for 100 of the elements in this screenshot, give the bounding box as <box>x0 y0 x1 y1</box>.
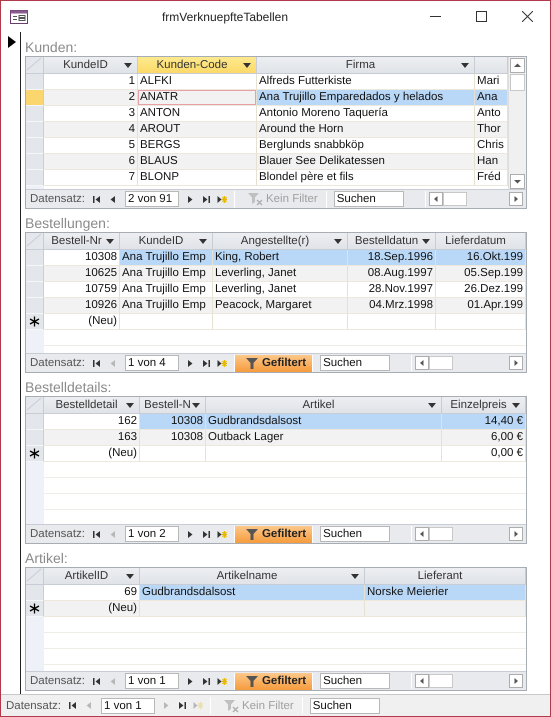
table-cell: 6,00 € <box>442 430 526 446</box>
table-cell: 1 <box>44 74 138 90</box>
record-number-field[interactable]: 1 von 4 <box>124 355 179 371</box>
column-header[interactable]: Angestellte(r) <box>213 233 348 249</box>
record-number-field[interactable]: 2 von 91 <box>124 191 179 207</box>
dropdown-caret-icon[interactable] <box>422 239 430 244</box>
row-selector[interactable] <box>26 446 44 462</box>
record-number-field[interactable]: 1 von 2 <box>124 526 179 542</box>
scroll-left-icon[interactable] <box>415 674 430 688</box>
column-header[interactable]: Kunden-Code <box>138 57 257 73</box>
search-field[interactable]: Suchen <box>310 698 380 714</box>
table-cell: 18.Sep.1996 <box>348 250 436 266</box>
column-header[interactable]: Bestelldetail <box>44 397 140 413</box>
column-header[interactable]: Bestelldatun <box>348 233 436 249</box>
dropdown-caret-icon[interactable] <box>243 63 251 68</box>
arrow-bar-icon <box>92 194 102 204</box>
search-field[interactable]: Suchen <box>320 355 390 371</box>
scroll-right-icon[interactable] <box>509 674 523 688</box>
table-cell: King, Robert <box>213 250 348 266</box>
table-cell: 05.Sep.199 <box>436 266 526 282</box>
search-field[interactable]: Suchen <box>320 526 390 542</box>
column-header[interactable]: Einzelpreis <box>442 397 526 413</box>
record-pointer-icon <box>8 36 16 48</box>
horizontal-scrollbar[interactable] <box>424 191 526 207</box>
scrollbar-thumb[interactable] <box>510 74 525 91</box>
dropdown-caret-icon[interactable] <box>192 403 200 408</box>
dropdown-caret-icon[interactable] <box>124 63 132 68</box>
dropdown-caret-icon[interactable] <box>334 239 342 244</box>
filter-toggle-button[interactable]: Gefiltert <box>234 672 314 690</box>
funnel-icon <box>244 356 259 370</box>
asterisk-icon <box>29 448 40 459</box>
horizontal-scrollbar[interactable] <box>411 673 526 689</box>
row-selector[interactable] <box>26 601 44 617</box>
scroll-right-icon[interactable] <box>509 356 523 370</box>
column-header[interactable]: Bestell-N <box>140 397 206 413</box>
column-header[interactable]: ArtikelID <box>44 568 140 584</box>
table-cell: Norske Meierier <box>365 585 526 601</box>
record-number-field[interactable]: 1 von 1 <box>124 673 179 689</box>
table-cell: Gudbrandsdalsost <box>206 414 442 430</box>
search-field[interactable]: Suchen <box>334 191 404 207</box>
arrow-star-icon <box>217 676 228 686</box>
table-cell: Antonio Moreno Taquería <box>257 106 475 122</box>
scroll-right-icon[interactable] <box>509 192 523 206</box>
scroll-up-icon[interactable] <box>510 58 525 73</box>
column-header[interactable]: Bestell-Nr <box>44 233 120 249</box>
arrow-bar-icon <box>201 194 212 204</box>
column-header[interactable]: Lieferdatum <box>436 233 526 249</box>
dropdown-caret-icon[interactable] <box>461 63 469 68</box>
scrollbar-thumb[interactable] <box>429 356 454 370</box>
dropdown-caret-icon[interactable] <box>512 403 520 408</box>
table-cell: Ana <box>475 90 508 106</box>
close-icon <box>522 11 532 22</box>
table-cell: 10759 <box>44 282 120 298</box>
table-cell: BLONP <box>138 170 257 186</box>
dropdown-caret-icon[interactable] <box>351 574 359 579</box>
scroll-right-icon[interactable] <box>509 527 523 541</box>
table-cell: Thor <box>475 122 508 138</box>
subform-label: Artikel: <box>25 550 69 567</box>
arrow-bar-icon <box>92 530 102 538</box>
horizontal-scrollbar[interactable] <box>411 526 526 542</box>
table-cell: 10625 <box>44 266 120 282</box>
record-number-field[interactable]: 1 von 1 <box>100 698 155 714</box>
dropdown-caret-icon[interactable] <box>199 239 207 244</box>
table-cell: Ana Trujillo Emparedados y helados <box>257 90 475 106</box>
scroll-left-icon[interactable] <box>415 527 430 541</box>
vertical-scrollbar[interactable] <box>508 57 526 189</box>
dropdown-caret-icon[interactable] <box>106 239 114 244</box>
scrollbar-thumb[interactable] <box>429 527 454 541</box>
scroll-down-icon[interactable] <box>510 174 525 189</box>
arrow-star-icon <box>217 194 228 204</box>
dropdown-caret-icon[interactable] <box>428 403 436 408</box>
arrow-bar-icon <box>177 701 188 710</box>
table-cell: BLAUS <box>138 154 257 170</box>
row-selector[interactable] <box>26 314 44 330</box>
filter-toggle-button[interactable]: Gefiltert <box>234 526 314 542</box>
asterisk-icon <box>29 316 40 327</box>
column-header[interactable]: Firma <box>257 57 475 73</box>
record-label: Datensatz: <box>6 700 61 712</box>
table-cell: Leverling, Janet <box>213 282 348 298</box>
scroll-left-icon[interactable] <box>428 192 443 206</box>
column-header[interactable]: Artikelname <box>140 568 365 584</box>
table-cell: 10308 <box>44 250 120 266</box>
column-header[interactable]: Artikel <box>206 397 442 413</box>
column-header[interactable]: KundeID <box>120 233 213 249</box>
dropdown-caret-icon[interactable] <box>126 403 134 408</box>
search-field[interactable]: Suchen <box>320 673 390 689</box>
table-cell: Ana Trujillo Emp <box>120 282 213 298</box>
scrollbar-thumb[interactable] <box>429 674 454 688</box>
scrollbar-thumb[interactable] <box>442 192 467 206</box>
arrow-star-icon <box>217 530 228 538</box>
scroll-left-icon[interactable] <box>415 356 430 370</box>
horizontal-scrollbar[interactable] <box>411 355 526 371</box>
filter-toggle-button[interactable]: Gefiltert <box>234 354 314 372</box>
table-cell: Ana Trujillo Emp <box>120 298 213 314</box>
dropdown-caret-icon[interactable] <box>126 574 134 579</box>
record-label: Datensatz: <box>30 675 85 687</box>
table-cell: Alfreds Futterkiste <box>257 74 475 90</box>
table-cell: Ana Trujillo Emp <box>120 266 213 282</box>
column-header[interactable]: Lieferant <box>365 568 526 584</box>
table-cell: 2 <box>44 90 138 106</box>
